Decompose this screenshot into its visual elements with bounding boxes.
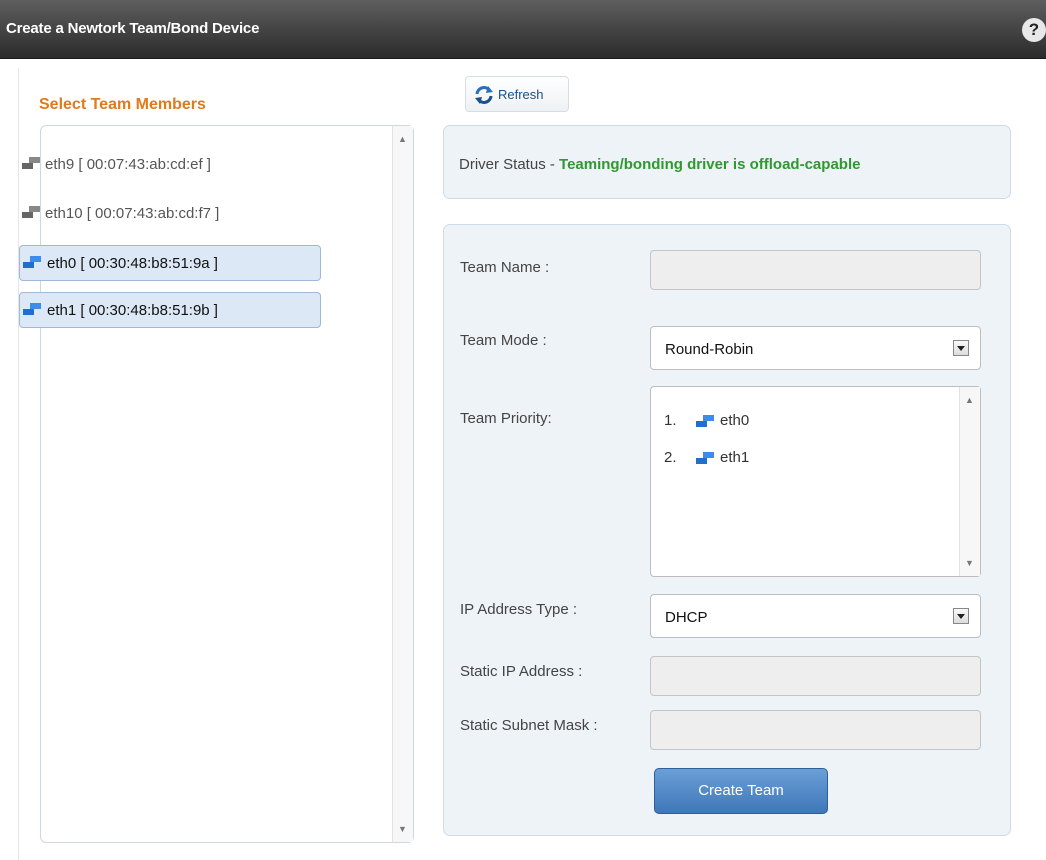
team-mode-select[interactable]: Round-Robin xyxy=(650,326,981,370)
members-scrollbar[interactable]: ▲ ▼ xyxy=(392,126,413,842)
select-members-heading: Select Team Members xyxy=(39,96,206,113)
ip-type-label: IP Address Type : xyxy=(460,601,578,618)
team-name-input[interactable] xyxy=(650,250,981,290)
team-mode-label: Team Mode : xyxy=(460,332,547,349)
scroll-up-icon[interactable]: ▲ xyxy=(965,395,974,405)
member-label: eth1 [ 00:30:48:b8:51:9b ] xyxy=(47,302,218,319)
driver-status-label: Driver Status - xyxy=(459,156,560,173)
network-icon xyxy=(696,415,714,427)
ip-type-value: DHCP xyxy=(665,609,708,626)
network-icon xyxy=(696,452,714,464)
member-label: eth10 [ 00:07:43:ab:cd:f7 ] xyxy=(45,205,220,222)
priority-label: eth0 xyxy=(720,412,750,429)
team-mode-value: Round-Robin xyxy=(665,341,754,358)
create-team-button[interactable]: Create Team xyxy=(654,768,828,814)
static-mask-input[interactable] xyxy=(650,710,981,750)
static-mask-label: Static Subnet Mask : xyxy=(460,717,598,734)
chevron-down-icon[interactable] xyxy=(953,608,969,624)
scroll-down-icon[interactable]: ▼ xyxy=(398,824,407,834)
driver-status-box: Driver Status - Teaming/bonding driver i… xyxy=(443,125,1011,199)
static-ip-label: Static IP Address : xyxy=(460,663,583,680)
priority-scrollbar[interactable]: ▲ ▼ xyxy=(959,387,980,576)
team-members-list[interactable]: ▲ ▼ xyxy=(40,125,414,843)
driver-status-value: Teaming/bonding driver is offload-capabl… xyxy=(559,156,861,173)
chevron-down-icon[interactable] xyxy=(953,340,969,356)
priority-label: eth1 xyxy=(720,449,750,466)
window-titlebar: Create a Newtork Team/Bond Device ? xyxy=(0,0,1046,59)
member-item-eth1[interactable]: eth1 [ 00:30:48:b8:51:9b ] xyxy=(19,292,321,328)
network-icon xyxy=(23,256,41,268)
network-icon xyxy=(23,303,41,315)
member-label: eth9 [ 00:07:43:ab:cd:ef ] xyxy=(45,156,211,173)
static-ip-input[interactable] xyxy=(650,656,981,696)
team-priority-label: Team Priority: xyxy=(460,410,552,427)
team-priority-list[interactable]: ▲ ▼ 1. eth0 2. eth1 xyxy=(650,386,981,577)
refresh-button[interactable]: Refresh xyxy=(465,76,569,112)
scroll-down-icon[interactable]: ▼ xyxy=(965,558,974,568)
member-label: eth0 [ 00:30:48:b8:51:9a ] xyxy=(47,255,218,272)
help-icon[interactable]: ? xyxy=(1022,18,1046,42)
refresh-icon xyxy=(475,86,493,104)
window-title: Create a Newtork Team/Bond Device xyxy=(6,20,260,37)
scroll-up-icon[interactable]: ▲ xyxy=(398,134,407,144)
refresh-label: Refresh xyxy=(498,87,544,102)
network-icon xyxy=(22,157,40,169)
driver-status: Driver Status - Teaming/bonding driver i… xyxy=(459,156,860,173)
member-item-eth0[interactable]: eth0 [ 00:30:48:b8:51:9a ] xyxy=(19,245,321,281)
team-name-label: Team Name : xyxy=(460,259,550,276)
priority-number: 1. xyxy=(664,412,677,429)
ip-type-select[interactable]: DHCP xyxy=(650,594,981,638)
priority-number: 2. xyxy=(664,449,677,466)
network-icon xyxy=(22,206,40,218)
